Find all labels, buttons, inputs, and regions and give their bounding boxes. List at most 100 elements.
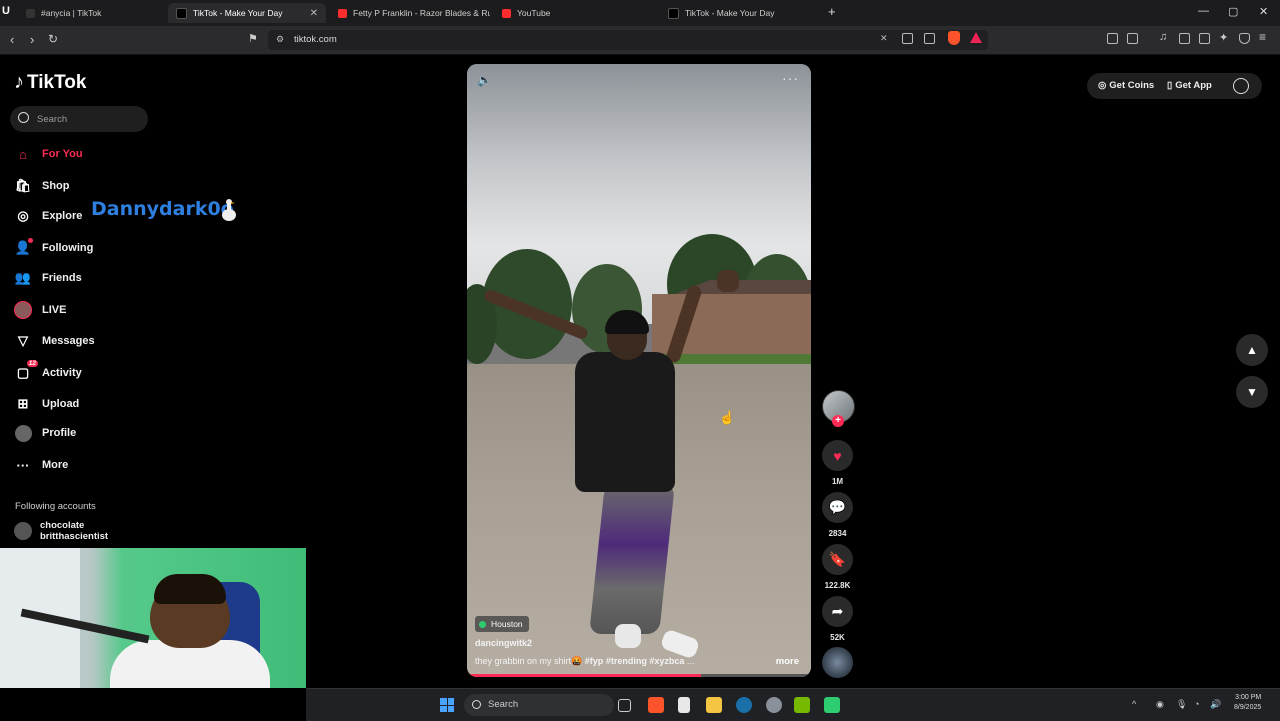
share-icon[interactable] (924, 33, 935, 44)
network-icon[interactable]: ◉ (1156, 699, 1164, 710)
video-player[interactable]: 🔈 ··· Houston dancingwitk2 they grabbin … (467, 64, 811, 677)
maximize-button[interactable]: ▢ (1228, 5, 1238, 18)
settings-icon[interactable] (766, 697, 782, 713)
sidebar-item-messages[interactable]: ▽ Messages (14, 332, 95, 350)
share-button[interactable]: ➦ (822, 596, 853, 627)
hashtag[interactable]: #trending (606, 656, 647, 666)
live-icon (14, 301, 32, 319)
browser-tab-5[interactable]: TikTok - Make Your Day (660, 3, 820, 23)
volume-icon[interactable]: 🔈 (477, 73, 492, 87)
hashtag[interactable]: #xyzbca (649, 656, 684, 666)
upload-icon: ⊞ (17, 396, 29, 411)
video-progress-bar[interactable] (467, 674, 811, 677)
extensions-icon[interactable] (1107, 33, 1118, 44)
sidebar-item-label: Upload (42, 398, 80, 410)
reload-icon[interactable]: ↻ (48, 32, 58, 46)
taskbar-search-placeholder: Search (488, 699, 519, 710)
browser-tab-2[interactable]: TikTok - Make Your Day ✕ (168, 3, 326, 23)
save-button[interactable]: 🔖 (822, 544, 853, 575)
sidebar-item-more[interactable]: ··· More (14, 456, 69, 474)
user-avatar-icon[interactable] (1233, 78, 1249, 94)
sidebar-item-upload[interactable]: ⊞ Upload (14, 395, 80, 413)
sidebar-item-shop[interactable]: 🛍 Shop (14, 177, 70, 195)
windows-start-icon[interactable] (440, 698, 454, 712)
task-view-icon[interactable] (618, 699, 631, 712)
get-coins-button[interactable]: ◎ Get Coins (1098, 80, 1154, 91)
bookmark-icon[interactable]: ⚑ (248, 32, 258, 45)
sidebar-item-friends[interactable]: 👥 Friends (14, 269, 82, 287)
save-count: 122.8K (824, 581, 851, 590)
wifi-icon[interactable]: ◔ (1194, 699, 1199, 709)
forward-icon[interactable]: › (30, 32, 34, 47)
sidebar-item-live[interactable]: LIVE (14, 301, 66, 319)
logo-text: TikTok (27, 71, 87, 93)
browser-tab-3[interactable]: Fetty P Franklin - Razor Blades & Ru (330, 3, 490, 23)
comment-button[interactable]: 💬 (822, 492, 853, 523)
video-options-icon[interactable]: ··· (782, 70, 799, 86)
cast-icon[interactable] (902, 33, 913, 44)
minimize-button[interactable]: — (1198, 5, 1209, 17)
hashtag[interactable]: #fyp (585, 656, 604, 666)
tab-search-icon[interactable] (1127, 33, 1138, 44)
get-app-button[interactable]: ▯ Get App (1167, 80, 1212, 91)
following-account[interactable]: chocolate britthascientist (14, 520, 108, 542)
back-icon[interactable]: ‹ (10, 32, 14, 47)
search-icon (18, 112, 29, 123)
tray-chevron-icon[interactable]: ^ (1132, 699, 1136, 709)
vpn-icon[interactable] (1239, 33, 1250, 44)
clock[interactable]: 3:00 PM 8/9/2025 (1234, 693, 1261, 713)
brave-browser-icon[interactable] (648, 697, 664, 713)
friends-icon: 👥 (14, 270, 32, 285)
nvidia-icon[interactable] (794, 697, 810, 713)
follow-plus-button[interactable]: + (832, 415, 844, 427)
menu-icon[interactable]: ≡ (1259, 30, 1270, 44)
file-explorer-icon[interactable] (706, 697, 722, 713)
sidebar-icon[interactable] (1179, 33, 1190, 44)
music-icon[interactable]: ♫ (1159, 31, 1170, 43)
brave-shield-icon[interactable] (948, 31, 960, 45)
media-icon[interactable]: ✕ (880, 33, 891, 44)
video-author[interactable]: dancingwitk2 (475, 638, 532, 648)
taskbar-search-input[interactable]: Search (464, 694, 614, 716)
following-accounts-title: Following accounts (15, 501, 96, 512)
header-actions: ◎ Get Coins ▯ Get App (1087, 73, 1262, 99)
steam-icon[interactable] (736, 697, 752, 713)
avatar (14, 522, 32, 540)
close-window-button[interactable]: ✕ (1259, 5, 1268, 18)
sidebar-item-label: Explore (42, 210, 83, 222)
webcam-hair (154, 574, 226, 604)
site-settings-icon[interactable]: ⚙ (276, 34, 284, 45)
tab-title: #anycia | TikTok (41, 8, 102, 18)
tab-title: TikTok - Make Your Day (193, 8, 283, 18)
caption-more-button[interactable]: more (776, 656, 799, 667)
share-count: 52K (830, 633, 845, 642)
previous-video-button[interactable]: ▲ (1236, 334, 1268, 366)
discord-icon[interactable] (824, 697, 840, 713)
windows-taskbar: Search ^ ◉ 🎙 ◔ 🔊 3:00 PM 8/9/2025 (306, 688, 1280, 721)
next-video-button[interactable]: ▼ (1236, 376, 1268, 408)
location-tag[interactable]: Houston (475, 616, 529, 632)
sidebar-item-explore[interactable]: ◎ Explore (14, 207, 82, 225)
sidebar-item-for-you[interactable]: ⌂ For You (14, 145, 82, 163)
tiktok-logo[interactable]: ♪ TikTok (14, 71, 86, 94)
file-icon[interactable] (678, 697, 690, 713)
dancer-shoe (615, 624, 641, 648)
sidebar-item-following[interactable]: 👤 Following (14, 238, 93, 257)
mic-icon[interactable]: 🎙 (1176, 699, 1187, 710)
volume-icon[interactable]: 🔊 (1210, 699, 1221, 710)
like-button[interactable]: ♥ (822, 440, 853, 471)
sidebar-item-activity[interactable]: ▢ 12 Activity (14, 360, 82, 382)
search-icon (472, 700, 481, 709)
sidebar-item-label: Friends (42, 272, 82, 284)
tab-close-icon[interactable]: ✕ (310, 8, 318, 19)
leo-ai-icon[interactable]: ✦ (1219, 31, 1230, 44)
brave-rewards-icon[interactable] (970, 32, 982, 43)
sidebar-item-profile[interactable]: Profile (14, 424, 76, 442)
new-tab-button[interactable]: + (828, 4, 836, 19)
browser-tab-4[interactable]: YouTube (494, 3, 654, 23)
search-input[interactable]: Search (10, 106, 148, 132)
wallet-icon[interactable] (1199, 33, 1210, 44)
account-name: britthascientist (40, 531, 109, 542)
music-disc-icon[interactable] (822, 647, 853, 678)
browser-tab-1[interactable]: #anycia | TikTok (18, 3, 168, 23)
